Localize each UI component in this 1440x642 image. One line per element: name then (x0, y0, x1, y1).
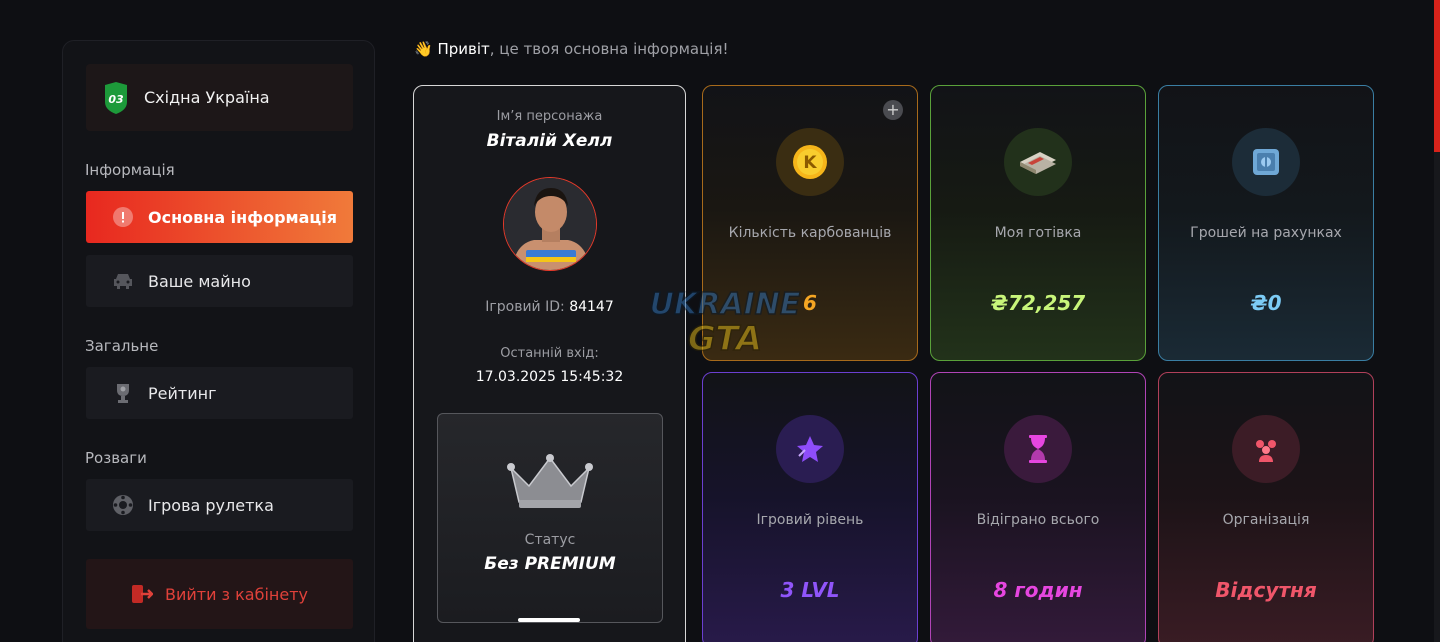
card-value: 3 LVL (780, 578, 840, 602)
svg-text:K: K (803, 153, 817, 173)
trophy-icon (112, 382, 134, 404)
status-box: Статус Без PREMIUM (437, 413, 663, 623)
sidebar-item-label: Рейтинг (148, 383, 217, 403)
greeting-hello: Привіт (437, 40, 490, 58)
card-label: Кількість карбованців (728, 225, 892, 241)
card-playtime: Відіграно всього 8 годин (930, 372, 1146, 642)
sidebar-item-main-info[interactable]: Основна інформація (86, 191, 353, 243)
group-icon (1232, 415, 1300, 483)
section-label-fun: Розваги (85, 449, 147, 467)
card-organization: Організація Відсутня (1158, 372, 1374, 642)
character-name-label: Ім’я персонажа (496, 109, 603, 124)
card-bank: Грошей на рахунках ₴0 (1158, 85, 1374, 361)
card-value: ₴72,257 (990, 291, 1086, 315)
sidebar: 03 Східна Україна Інформація Основна інф… (62, 40, 375, 642)
logout-button[interactable]: Вийти з кабінету (86, 559, 353, 629)
card-value: Відсутня (1215, 578, 1317, 602)
greeting-text: , це твоя основна інформація! (489, 40, 729, 58)
status-value: Без PREMIUM (484, 554, 616, 574)
section-label-info: Інформація (85, 161, 175, 179)
sidebar-item-roulette[interactable]: Ігрова рулетка (86, 479, 353, 531)
add-karbovantsi-button[interactable]: + (883, 100, 903, 120)
section-label-general: Загальне (85, 337, 159, 355)
hourglass-icon (1004, 415, 1072, 483)
safe-icon (1232, 128, 1300, 196)
card-label: Грошей на рахунках (1190, 225, 1342, 241)
card-label: Відіграно всього (976, 512, 1100, 528)
logout-icon (131, 583, 153, 605)
scrollbar-thumb[interactable] (1434, 0, 1440, 152)
card-label: Організація (1222, 512, 1310, 528)
game-id-label: Ігровий ID: (485, 299, 565, 315)
ukraine-gta-watermark-logo: UKRAINE GTA (649, 286, 802, 360)
cash-stack-icon (1004, 128, 1072, 196)
greeting: 👋 Привіт, це твоя основна інформація! (414, 40, 729, 58)
card-cash: Моя готівка ₴72,257 (930, 85, 1146, 361)
roulette-icon (112, 494, 134, 516)
logout-label: Вийти з кабінету (164, 584, 309, 604)
svg-text:UKRAINE: UKRAINE (650, 287, 801, 322)
card-value: 8 годин (993, 578, 1083, 602)
alert-circle-icon (112, 206, 134, 228)
avatar (503, 177, 597, 271)
status-indicator (518, 618, 580, 622)
last-login-value: 17.03.2025 15:45:32 (475, 369, 624, 385)
game-id-value: 84147 (569, 299, 614, 315)
status-label: Статус (524, 532, 576, 548)
card-value: ₴0 (1250, 291, 1282, 315)
sidebar-item-rating[interactable]: Рейтинг (86, 367, 353, 419)
star-icon (776, 415, 844, 483)
wave-icon: 👋 (414, 40, 433, 58)
profile-card: Ім’я персонажа Віталій Хелл Ігровий ID: … (413, 85, 686, 642)
sidebar-item-property[interactable]: Ваше майно (86, 255, 353, 307)
car-icon (112, 270, 134, 292)
crown-icon (507, 454, 593, 508)
server-badge-icon: 03 (102, 81, 130, 114)
sidebar-item-label: Ігрова рулетка (148, 495, 274, 515)
karbovanets-coin-icon: K (776, 128, 844, 196)
card-label: Моя готівка (994, 225, 1082, 241)
server-badge-number: 03 (108, 93, 124, 106)
sidebar-item-label: Основна інформація (148, 207, 338, 227)
svg-text:GTA: GTA (688, 319, 762, 359)
card-label: Ігровий рівень (756, 512, 864, 528)
card-level: Ігровий рівень 3 LVL (702, 372, 918, 642)
sidebar-item-label: Ваше майно (148, 271, 251, 291)
server-name: Східна Україна (144, 88, 270, 107)
character-name: Віталій Хелл (486, 131, 613, 151)
server-selector[interactable]: 03 Східна Україна (86, 64, 353, 131)
